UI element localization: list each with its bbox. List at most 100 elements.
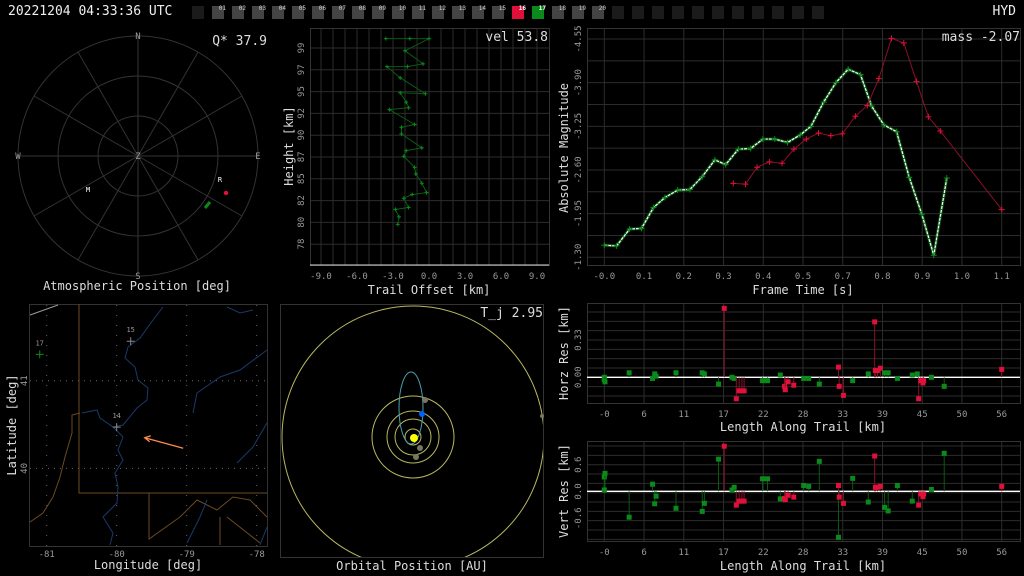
vert-res-xtick-label: 50 (957, 548, 968, 558)
trail-xtick-label: 3.0 (457, 272, 473, 282)
vert-res-point (885, 508, 891, 514)
vert-res-xtick-label: 45 (917, 548, 928, 558)
vert-res-xtick-label: 39 (877, 548, 888, 558)
tisserand-annotation: T_j 2.95 (480, 306, 543, 321)
trail-xtick-label: -6.0 (346, 272, 368, 282)
horz-res-point (941, 383, 947, 389)
vert-res-point (999, 483, 1005, 489)
planet-venus (417, 445, 423, 451)
horz-res-point (733, 396, 739, 402)
horz-res-point (885, 370, 891, 376)
vertical-residual-plot: -0 6 11 17 22 28 33 39 45 50 56 0.6 0.0 -0.6 (574, 441, 1021, 558)
vert-res-point (894, 482, 900, 488)
vert-res-point (777, 496, 783, 502)
horz-res-xtick-label: -0 (599, 410, 610, 420)
vert-res-point (765, 476, 771, 482)
trail-point (399, 125, 404, 130)
horizon-arc (29, 304, 59, 316)
green-station-streak (203, 201, 212, 209)
horz-res-point (914, 371, 920, 377)
horz-res-point (765, 378, 771, 384)
trail-ytick-label: 92 (297, 108, 307, 119)
vert-res-point (701, 500, 707, 506)
vert-res-point (785, 492, 791, 498)
vert-res-point (872, 453, 878, 459)
compass-z: Z (135, 152, 141, 162)
vert-res-ytick-label: -0.6 (574, 507, 584, 529)
horz-res-point (999, 366, 1005, 372)
magnitude-ytick-label: -3.25 (574, 113, 584, 140)
azimuth-spoke (77, 51, 139, 157)
trail-point (424, 190, 429, 195)
magnitude-station-16-line (733, 37, 1003, 210)
horz-xlabel: Length Along Trail [km] (720, 420, 886, 434)
planet-mercury (413, 454, 419, 460)
station-marker-17 (35, 350, 44, 359)
horz-res-xtick-label: 39 (877, 410, 888, 420)
magnitude-plot: -0.0 0.1 0.2 0.3 0.4 0.5 0.7 0.8 0.9 1.0 1.1 -4.55 -… (574, 25, 1021, 282)
horz-res-point (836, 383, 842, 389)
horz-res-point (872, 319, 878, 325)
horz-res-point (721, 305, 727, 311)
trail-xtick-label: 9.0 (529, 272, 545, 282)
horz-res-xtick-label: 33 (837, 410, 848, 420)
trail-point (410, 192, 415, 197)
azimuth-spoke (77, 155, 139, 261)
compass-w: W (15, 152, 21, 162)
trail-point (405, 64, 410, 69)
trail-point (427, 36, 431, 41)
azimuth-spoke (137, 155, 199, 261)
magnitude-xtick-label: 1.0 (954, 272, 970, 282)
trail-ytick-label: 95 (297, 86, 307, 97)
horz-res-point (806, 375, 812, 381)
horz-res-point (602, 379, 608, 385)
azimuth-spoke (33, 95, 139, 157)
vert-res-point (601, 487, 607, 493)
state-borders (29, 304, 268, 545)
trail-xtick-label: 0.0 (421, 272, 437, 282)
horz-res-point (877, 365, 883, 371)
vert-res-xtick-label: 6 (641, 548, 646, 558)
magnitude-point (601, 242, 608, 249)
trail-offset-plot: -9.0 -6.0 -3.0 0.0 3.0 6.0 9.0 99 97 95 92 90 87 85 82… (297, 28, 550, 282)
atmospheric-title: Atmospheric Position [deg] (43, 279, 231, 293)
horz-res-point (741, 388, 747, 394)
vert-res-point (836, 494, 842, 500)
map-ytick-label: 41 (20, 375, 30, 386)
vert-res-point (626, 514, 632, 520)
magnitude-xtick-label: -0.0 (593, 272, 615, 282)
magnitude-xtick-label: 1.1 (994, 272, 1010, 282)
vert-res-point (760, 476, 766, 482)
magnitude-ytick-label: -1.95 (574, 200, 584, 227)
horz-res-point (653, 373, 659, 379)
horz-res-point (760, 378, 766, 384)
magnitude-xtick-label: 0.2 (676, 272, 692, 282)
trail-xtick-label: -9.0 (310, 272, 332, 282)
marker-r: R (218, 176, 223, 184)
magnitude-point (815, 130, 822, 137)
station-marker-15 (126, 337, 135, 346)
compass-n: N (135, 32, 140, 42)
magnitude-point (913, 78, 920, 85)
azimuth-spoke (137, 155, 243, 217)
vert-res-point (731, 484, 737, 490)
vert-res-point (840, 500, 846, 506)
planet-mars (422, 397, 428, 403)
vert-res-point (650, 481, 656, 487)
horz-res-ytick-label: 0.33 (574, 329, 584, 351)
vert-res-point (721, 443, 727, 449)
trail-ytick-label: 99 (297, 43, 307, 54)
horz-res-point (777, 372, 783, 378)
vert-res-point (741, 498, 747, 504)
vert-res-point (716, 456, 722, 462)
magnitude-point (943, 175, 950, 182)
trail-point (383, 36, 388, 41)
horz-ylabel: Horz Res [km] (557, 306, 571, 400)
trail-frame (310, 28, 550, 266)
horz-res-point (801, 375, 807, 381)
magnitude-ytick-label: -4.55 (574, 25, 584, 52)
horz-res-ytick-label: 0.00 (574, 366, 584, 388)
magnitude-point (827, 132, 834, 139)
trail-xtick-label: -3.0 (382, 272, 404, 282)
magnitude-point (742, 181, 749, 188)
